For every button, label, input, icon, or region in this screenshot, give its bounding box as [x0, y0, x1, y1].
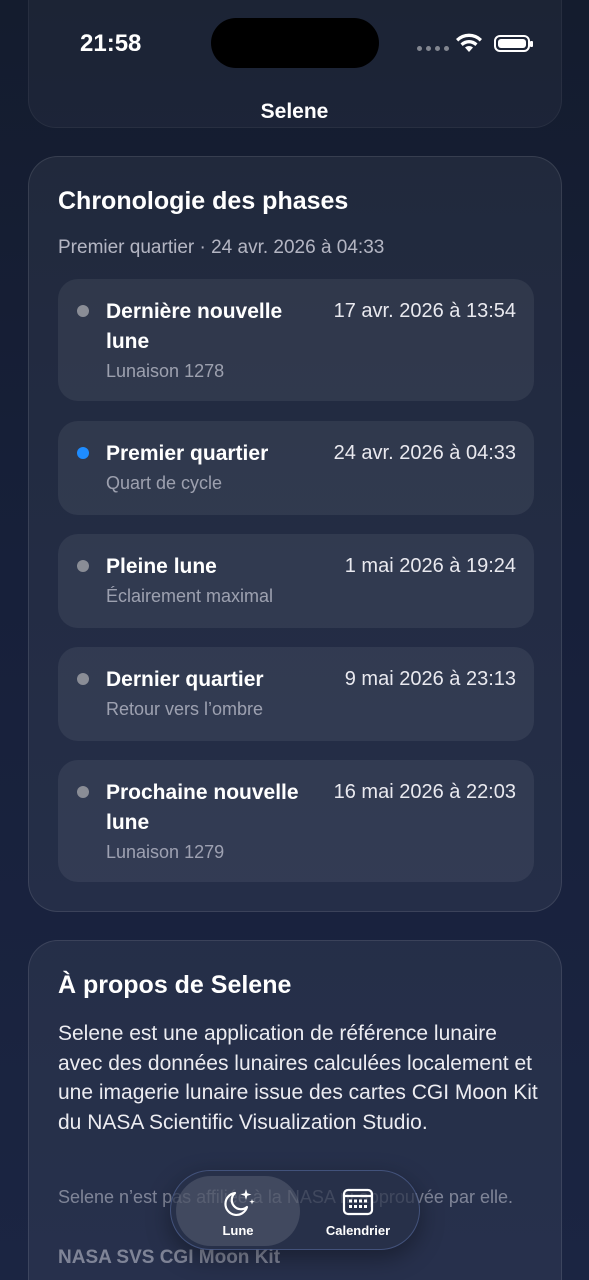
- timeline-title: Chronologie des phases: [58, 187, 349, 215]
- phase-dot: [77, 305, 89, 317]
- tab-lune[interactable]: Lune: [176, 1176, 300, 1246]
- phase-dot: [77, 673, 89, 685]
- phase-timeline-card: Chronologie des phases Premier quartier …: [28, 156, 562, 912]
- calendar-icon: [342, 1188, 374, 1216]
- phase-subtitle: Retour vers l’ombre: [106, 699, 264, 719]
- moon-stars-icon: [224, 1189, 255, 1216]
- phase-dot: [77, 560, 89, 572]
- phase-name: Premier quartier: [106, 442, 269, 465]
- phase-name: Dernière nouvelle lune: [106, 300, 283, 353]
- phase-item-last-quarter[interactable]: Dernier quartier Retour vers l’ombre 9 m…: [58, 647, 534, 741]
- nav-title: Selene: [260, 100, 329, 123]
- status-time: 21:58: [80, 30, 142, 57]
- battery-icon: [494, 35, 533, 52]
- phase-subtitle: Lunaison 1278: [106, 361, 225, 381]
- cellular-signal-icon: [417, 46, 449, 51]
- status-bar: 21:58: [0, 0, 589, 88]
- phase-item-last-new-moon[interactable]: Dernière nouvelle lune Lunaison 1278 17 …: [58, 279, 534, 401]
- phase-name: Pleine lune: [106, 555, 217, 578]
- phase-name: Dernier quartier: [106, 668, 264, 691]
- phase-item-first-quarter[interactable]: Premier quartier Quart de cycle 24 avr. …: [58, 421, 534, 515]
- phase-dot-active: [77, 447, 89, 459]
- about-credit-heading: NASA SVS CGI Moon Kit: [58, 1247, 281, 1268]
- tab-calendrier[interactable]: Calendrier: [300, 1176, 416, 1246]
- timeline-subtitle: Premier quartier · 24 avr. 2026 à 04:33: [58, 237, 385, 258]
- phase-name: Prochaine nouvelle lune: [106, 781, 299, 834]
- phase-date: 17 avr. 2026 à 13:54: [333, 300, 516, 322]
- about-description: Selene est une application de référence …: [58, 1022, 538, 1134]
- dynamic-island: [211, 18, 379, 68]
- phase-item-full-moon[interactable]: Pleine lune Éclairement maximal 1 mai 20…: [58, 534, 534, 628]
- tab-calendrier-label: Calendrier: [325, 1223, 391, 1238]
- tab-bar: Lune Calendrier: [170, 1170, 420, 1250]
- phase-subtitle: Quart de cycle: [106, 473, 223, 493]
- tab-lune-label: Lune: [222, 1223, 254, 1238]
- phase-date: 24 avr. 2026 à 04:33: [333, 442, 516, 464]
- phase-date: 1 mai 2026 à 19:24: [344, 555, 516, 577]
- phase-date: 16 mai 2026 à 22:03: [333, 781, 516, 803]
- phase-item-next-new-moon[interactable]: Prochaine nouvelle lune Lunaison 1279 16…: [58, 760, 534, 882]
- phase-dot: [77, 786, 89, 798]
- about-title: À propos de Selene: [58, 971, 292, 999]
- wifi-icon: [456, 33, 482, 52]
- phase-subtitle: Lunaison 1279: [106, 842, 225, 862]
- phase-date: 9 mai 2026 à 23:13: [344, 668, 516, 690]
- phase-subtitle: Éclairement maximal: [106, 586, 274, 606]
